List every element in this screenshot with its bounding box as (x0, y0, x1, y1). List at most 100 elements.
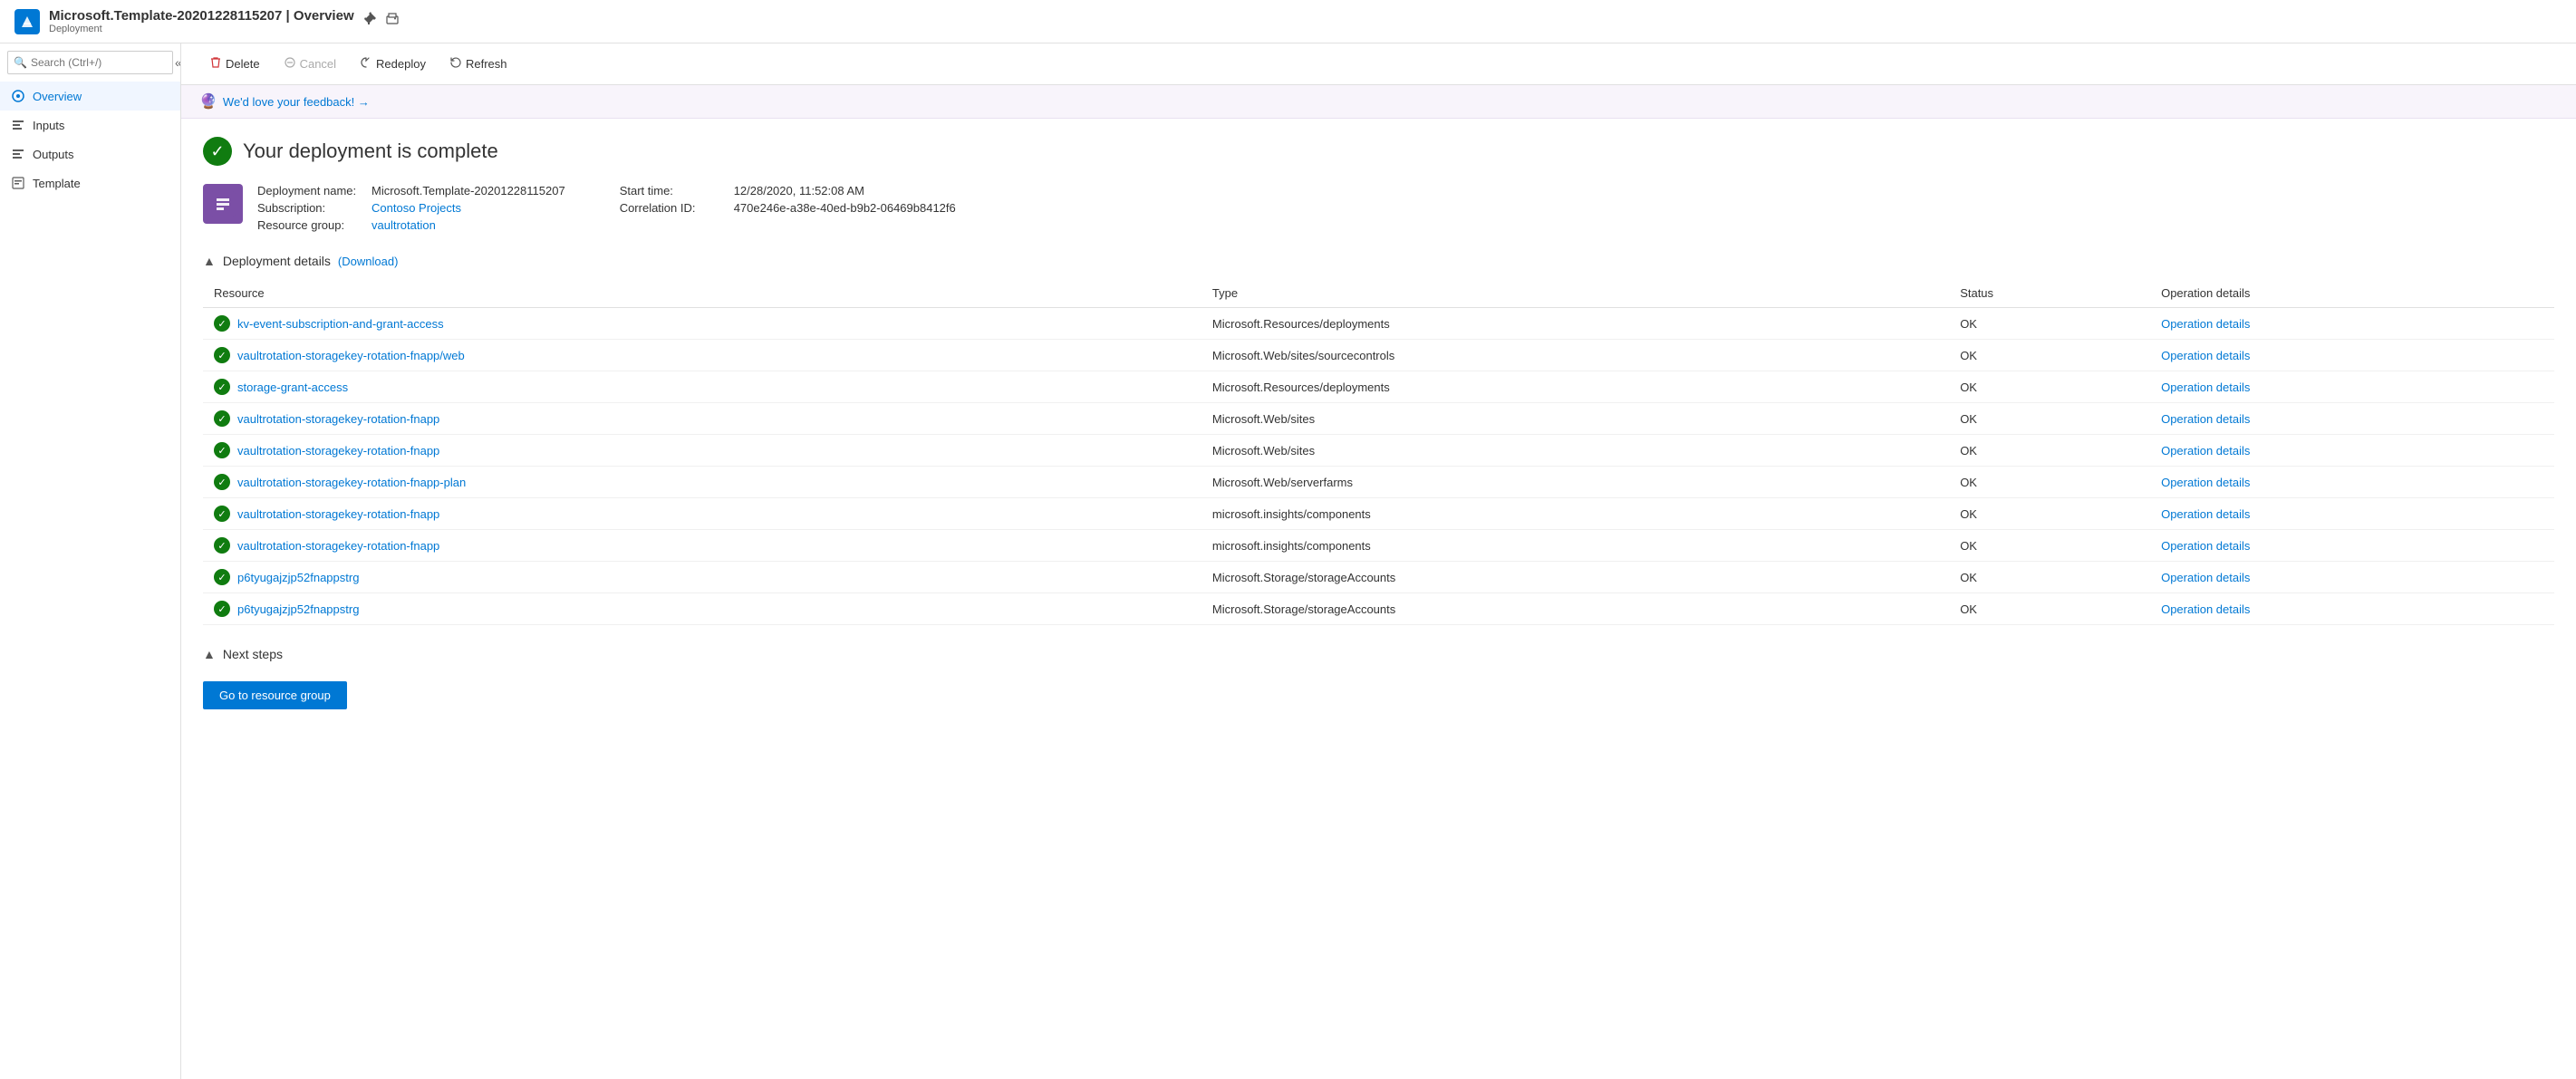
start-time-label: Start time: (620, 184, 728, 197)
table-row: ✓ vaultrotation-storagekey-rotation-fnap… (203, 435, 2554, 467)
status-cell: OK (1949, 562, 2150, 593)
subscription-link[interactable]: Contoso Projects (371, 201, 461, 215)
operation-details-link[interactable]: Operation details (2161, 571, 2250, 584)
resource-cell: ✓ p6tyugajzjp52fnappstrg (203, 562, 1201, 593)
resource-cell: ✓ vaultrotation-storagekey-rotation-fnap… (203, 340, 1201, 371)
subscription-row: Subscription: Contoso Projects (257, 201, 565, 215)
operation-details-link[interactable]: Operation details (2161, 539, 2250, 553)
type-cell: microsoft.insights/components (1201, 498, 1949, 530)
collapse-icon[interactable]: « (175, 55, 181, 70)
type-cell: Microsoft.Web/sites/sourcecontrols (1201, 340, 1949, 371)
deployment-name-row: Deployment name: Microsoft.Template-2020… (257, 184, 565, 197)
resource-link[interactable]: vaultrotation-storagekey-rotation-fnapp (237, 507, 439, 521)
go-to-resource-group-button[interactable]: Go to resource group (203, 681, 347, 709)
header-icon-group (363, 12, 400, 31)
resource-link[interactable]: vaultrotation-storagekey-rotation-fnapp (237, 539, 439, 553)
redeploy-label: Redeploy (376, 57, 426, 71)
resource-link[interactable]: p6tyugajzjp52fnappstrg (237, 602, 359, 616)
refresh-label: Refresh (466, 57, 507, 71)
deployment-name-label: Deployment name: (257, 184, 366, 197)
sidebar: 🔍 « Overview Inputs Outputs Template (0, 43, 181, 1079)
table-row: ✓ vaultrotation-storagekey-rotation-fnap… (203, 467, 2554, 498)
next-steps-header: ▲ Next steps (203, 647, 2554, 661)
col-resource: Resource (203, 279, 1201, 308)
resource-link[interactable]: vaultrotation-storagekey-rotation-fnapp (237, 412, 439, 426)
status-cell: OK (1949, 308, 2150, 340)
status-cell: OK (1949, 371, 2150, 403)
search-input[interactable] (31, 56, 171, 69)
pin-icon[interactable] (363, 12, 378, 31)
table-row: ✓ p6tyugajzjp52fnappstrg Microsoft.Stora… (203, 562, 2554, 593)
type-cell: Microsoft.Resources/deployments (1201, 371, 1949, 403)
template-icon (11, 176, 25, 190)
operation-details-cell: Operation details (2150, 308, 2554, 340)
correlation-value: 470e246e-a38e-40ed-b9b2-06469b8412f6 (734, 201, 956, 215)
resource-link[interactable]: kv-event-subscription-and-grant-access (237, 317, 444, 331)
refresh-button[interactable]: Refresh (439, 51, 517, 77)
status-cell: OK (1949, 498, 2150, 530)
operation-details-link[interactable]: Operation details (2161, 602, 2250, 616)
header-title-section: Microsoft.Template-20201228115207 | Over… (49, 8, 354, 34)
next-steps-chevron-icon[interactable]: ▲ (203, 647, 216, 661)
table-row: ✓ vaultrotation-storagekey-rotation-fnap… (203, 498, 2554, 530)
type-cell: Microsoft.Storage/storageAccounts (1201, 593, 1949, 625)
status-cell: OK (1949, 467, 2150, 498)
operation-details-cell: Operation details (2150, 435, 2554, 467)
col-operation-details: Operation details (2150, 279, 2554, 308)
operation-details-link[interactable]: Operation details (2161, 381, 2250, 394)
resource-link[interactable]: p6tyugajzjp52fnappstrg (237, 571, 359, 584)
resource-link[interactable]: vaultrotation-storagekey-rotation-fnapp-… (237, 476, 466, 489)
row-status-icon: ✓ (214, 315, 230, 332)
details-chevron-icon[interactable]: ▲ (203, 254, 216, 268)
sidebar-item-label-inputs: Inputs (33, 119, 64, 132)
sidebar-item-inputs[interactable]: Inputs (0, 111, 180, 140)
deployment-name-value: Microsoft.Template-20201228115207 (371, 184, 565, 197)
download-link[interactable]: (Download) (338, 255, 398, 268)
resource-link[interactable]: vaultrotation-storagekey-rotation-fnapp (237, 444, 439, 458)
resource-link[interactable]: storage-grant-access (237, 381, 348, 394)
row-status-icon: ✓ (214, 474, 230, 490)
main-layout: 🔍 « Overview Inputs Outputs Template (0, 43, 2576, 1079)
delete-button[interactable]: Delete (199, 51, 270, 77)
operation-details-link[interactable]: Operation details (2161, 507, 2250, 521)
operation-details-link[interactable]: Operation details (2161, 476, 2250, 489)
delete-icon (209, 56, 222, 72)
search-box[interactable]: 🔍 « (7, 51, 173, 74)
row-status-icon: ✓ (214, 379, 230, 395)
resource-cell: ✓ vaultrotation-storagekey-rotation-fnap… (203, 530, 1201, 562)
col-type: Type (1201, 279, 1949, 308)
resource-link[interactable]: vaultrotation-storagekey-rotation-fnapp/… (237, 349, 465, 362)
sidebar-item-template[interactable]: Template (0, 169, 180, 197)
overview-icon (11, 89, 25, 103)
operation-details-link[interactable]: Operation details (2161, 317, 2250, 331)
operation-details-link[interactable]: Operation details (2161, 444, 2250, 458)
operation-details-link[interactable]: Operation details (2161, 349, 2250, 362)
row-status-icon: ✓ (214, 506, 230, 522)
search-icon: 🔍 (14, 56, 27, 69)
sidebar-item-label-overview: Overview (33, 90, 82, 103)
sidebar-item-outputs[interactable]: Outputs (0, 140, 180, 169)
type-cell: Microsoft.Web/sites (1201, 403, 1949, 435)
row-status-icon: ✓ (214, 410, 230, 427)
status-cell: OK (1949, 593, 2150, 625)
deployment-info: Deployment name: Microsoft.Template-2020… (203, 184, 2554, 232)
deployment-resource-icon (203, 184, 243, 224)
operation-details-link[interactable]: Operation details (2161, 412, 2250, 426)
sidebar-item-overview[interactable]: Overview (0, 82, 180, 111)
operation-details-cell: Operation details (2150, 467, 2554, 498)
resource-cell: ✓ p6tyugajzjp52fnappstrg (203, 593, 1201, 625)
redeploy-icon (360, 56, 372, 72)
redeploy-button[interactable]: Redeploy (350, 51, 436, 77)
page-title: Microsoft.Template-20201228115207 | Over… (49, 8, 354, 24)
next-steps-section: ▲ Next steps Go to resource group (203, 647, 2554, 709)
page-content: ✓ Your deployment is complete Deployment… (181, 119, 2576, 727)
status-cell: OK (1949, 435, 2150, 467)
resource-group-link[interactable]: vaultrotation (371, 218, 436, 232)
print-icon[interactable] (385, 12, 400, 31)
subscription-label: Subscription: (257, 201, 366, 215)
feedback-link[interactable]: We'd love your feedback! → (223, 95, 370, 109)
operation-details-cell: Operation details (2150, 371, 2554, 403)
table-row: ✓ vaultrotation-storagekey-rotation-fnap… (203, 530, 2554, 562)
deployment-details-table: Resource Type Status Operation details ✓… (203, 279, 2554, 625)
cancel-button[interactable]: Cancel (274, 51, 346, 77)
